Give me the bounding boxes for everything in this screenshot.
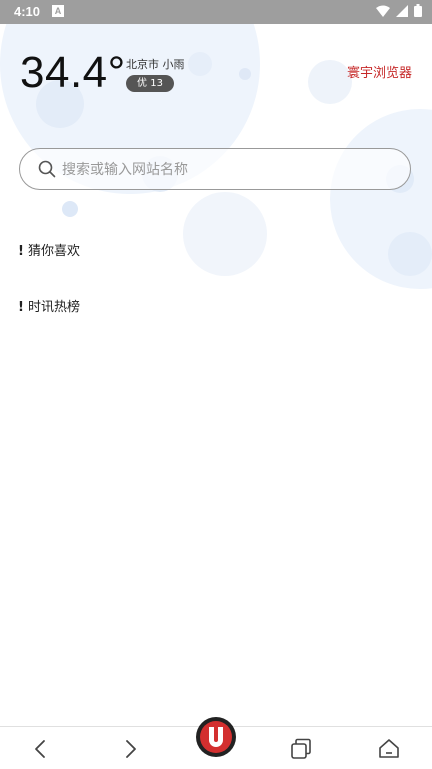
- chevron-left-icon[interactable]: [29, 737, 53, 761]
- home-icon[interactable]: [377, 737, 401, 761]
- section-marker: !: [18, 244, 24, 259]
- section-guess-you-like[interactable]: ! 猜你喜欢: [18, 240, 80, 259]
- signal-icon: [396, 4, 408, 17]
- notification-icon: A: [52, 5, 64, 17]
- section-title-guess: 猜你喜欢: [27, 244, 80, 259]
- section-hot-news[interactable]: ! 时讯热榜: [18, 296, 80, 315]
- status-bar: 4:10 A: [0, 0, 432, 24]
- search-input[interactable]: [60, 157, 394, 183]
- aqi-badge: 优 13: [126, 75, 174, 92]
- search-icon: [38, 160, 56, 178]
- city-condition: 北京市 小雨: [126, 58, 185, 71]
- tabs-icon[interactable]: [289, 737, 313, 761]
- section-marker: !: [18, 300, 24, 315]
- brand-name: 寰宇浏览器: [346, 66, 412, 81]
- chevron-right-icon[interactable]: [118, 737, 142, 761]
- section-title-hot: 时讯热榜: [27, 300, 80, 315]
- u-logo-icon[interactable]: [195, 716, 237, 758]
- wifi-icon: [376, 5, 390, 17]
- search-bar[interactable]: [19, 148, 411, 190]
- temperature: 34.4°: [20, 48, 126, 97]
- status-time: 4:10: [14, 4, 41, 19]
- system-icons: [376, 4, 422, 17]
- battery-icon: [414, 4, 422, 17]
